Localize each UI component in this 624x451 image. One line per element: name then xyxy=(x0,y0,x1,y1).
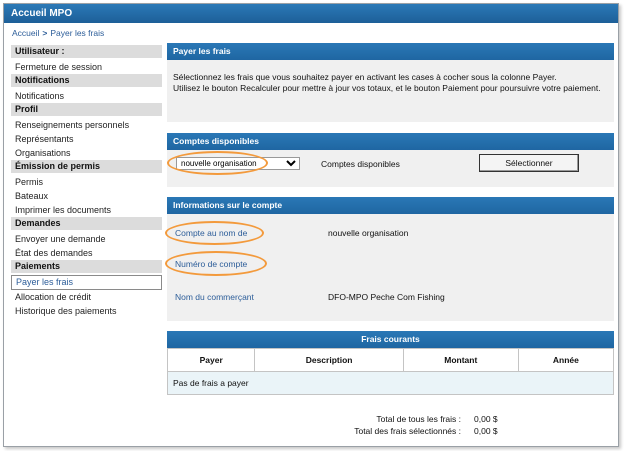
sidebar-item-organizations[interactable]: Organisations xyxy=(11,146,162,160)
sidebar-item-logout[interactable]: Fermeture de session xyxy=(11,60,162,74)
sidebar-item-payment-history[interactable]: Historique des paiements xyxy=(11,304,162,318)
breadcrumb: Accueil > Payer les frais xyxy=(12,28,104,38)
pay-fees-heading: Payer les frais xyxy=(167,43,614,60)
breadcrumb-home[interactable]: Accueil xyxy=(12,28,39,38)
column-header-year[interactable]: Année xyxy=(517,348,615,372)
intro-line-1: Sélectionnez les frais que vous souhaite… xyxy=(173,72,557,82)
sidebar-heading-notifications: Notifications xyxy=(11,74,162,87)
annotation-oval xyxy=(165,251,267,276)
sidebar: Utilisateur : Fermeture de session Notif… xyxy=(11,45,162,318)
column-header-pay[interactable]: Payer xyxy=(166,348,256,372)
sidebar-item-pay-fees[interactable]: Payer les frais xyxy=(11,275,162,290)
fees-table-header: Payer Description Montant Année xyxy=(166,348,615,372)
sidebar-item-permits[interactable]: Permis xyxy=(11,175,162,189)
table-row: Pas de frais a payer xyxy=(167,371,614,395)
fees-table: Payer Description Montant Année Pas de f… xyxy=(166,348,615,395)
sidebar-item-boats[interactable]: Bateaux xyxy=(11,189,162,203)
sidebar-item-credit-allocation[interactable]: Allocation de crédit xyxy=(11,290,162,304)
account-info-heading: Informations sur le compte xyxy=(167,197,614,214)
sidebar-heading-user: Utilisateur : xyxy=(11,45,162,58)
total-selected-label: Total des frais sélectionnés : xyxy=(354,426,461,436)
merchant-name-label: Nom du commerçant xyxy=(175,292,254,302)
merchant-name-value: DFO-MPO Peche Com Fishing xyxy=(328,292,445,302)
sidebar-item-request-status[interactable]: État des demandes xyxy=(11,246,162,260)
accounts-panel: nouvelle organisation Comptes disponible… xyxy=(167,150,614,187)
app-title: Accueil MPO xyxy=(4,4,618,23)
sidebar-heading-permits: Émission de permis xyxy=(11,160,162,173)
no-fees-message: Pas de frais a payer xyxy=(167,371,614,395)
sidebar-heading-payments: Paiements xyxy=(11,260,162,273)
total-selected-value: 0,00 $ xyxy=(474,426,498,436)
main-content: Payer les frais Sélectionnez les frais q… xyxy=(165,43,615,395)
sidebar-heading-profile: Profil xyxy=(11,103,162,116)
intro-text: Sélectionnez les frais que vous souhaite… xyxy=(167,60,614,122)
select-account-button[interactable]: Sélectionner xyxy=(479,154,579,172)
sidebar-item-representatives[interactable]: Représentants xyxy=(11,132,162,146)
column-header-description[interactable]: Description xyxy=(254,348,404,372)
accounts-label: Comptes disponibles xyxy=(321,159,400,169)
sidebar-heading-requests: Demandes xyxy=(11,217,162,230)
current-fees-heading: Frais courants xyxy=(167,331,614,348)
column-header-amount[interactable]: Montant xyxy=(402,348,519,372)
total-all-value: 0,00 $ xyxy=(474,414,498,424)
breadcrumb-current: Payer les frais xyxy=(50,28,105,38)
total-all-label: Total de tous les frais : xyxy=(376,414,461,424)
sidebar-item-send-request[interactable]: Envoyer une demande xyxy=(11,232,162,246)
sidebar-item-notifications[interactable]: Notifications xyxy=(11,89,162,103)
intro-line-2: Utilisez le bouton Recalculer pour mettr… xyxy=(173,83,601,93)
sidebar-item-print-documents[interactable]: Imprimer les documents xyxy=(11,203,162,217)
accounts-heading: Comptes disponibles xyxy=(167,133,614,150)
sidebar-item-personal-info[interactable]: Renseignements personnels xyxy=(11,118,162,132)
account-info-panel: Compte au nom de nouvelle organisation N… xyxy=(165,214,614,321)
breadcrumb-separator: > xyxy=(42,28,48,38)
annotation-oval xyxy=(165,221,264,245)
account-name-value: nouvelle organisation xyxy=(328,228,409,238)
app-window: Accueil MPO Accueil > Payer les frais Util… xyxy=(3,3,619,447)
annotation-oval xyxy=(167,151,268,175)
